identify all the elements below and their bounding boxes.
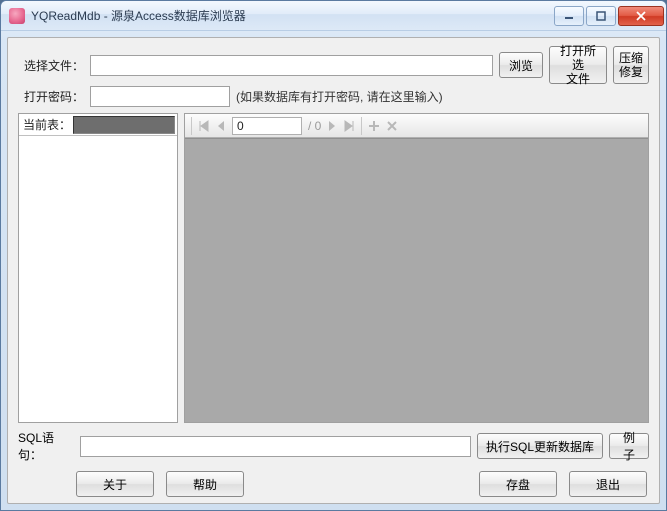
record-navigator: / 0	[185, 114, 648, 138]
record-position-input[interactable]	[232, 117, 302, 135]
data-grid[interactable]	[185, 138, 648, 422]
compact-repair-button[interactable]: 压缩 修复	[613, 46, 649, 84]
exec-sql-button[interactable]: 执行SQL更新数据库	[477, 433, 603, 459]
record-total-label: / 0	[308, 119, 321, 133]
table-list[interactable]	[19, 136, 177, 422]
app-window: YQReadMdb - 源泉Access数据库浏览器 选择文件： 浏览 打开所选…	[0, 0, 667, 511]
select-file-label: 选择文件：	[18, 57, 84, 74]
app-icon	[9, 8, 25, 24]
file-path-input[interactable]	[90, 55, 493, 76]
maximize-button[interactable]	[586, 6, 616, 26]
add-record-icon[interactable]	[368, 120, 380, 132]
table-list-panel: 当前表：	[18, 113, 178, 423]
client-area: 选择文件： 浏览 打开所选 文件 压缩 修复 打开密码： (如果数据库有打开密码…	[7, 37, 660, 504]
browse-button[interactable]: 浏览	[499, 52, 543, 78]
prev-record-icon[interactable]	[216, 120, 226, 132]
exit-button[interactable]: 退出	[569, 471, 647, 497]
sql-label: SQL语句：	[18, 429, 74, 463]
current-table-label: 当前表：	[19, 116, 73, 133]
titlebar[interactable]: YQReadMdb - 源泉Access数据库浏览器	[1, 1, 666, 31]
password-input[interactable]	[90, 86, 230, 107]
close-button[interactable]	[618, 6, 664, 26]
password-hint: (如果数据库有打开密码, 请在这里输入)	[236, 88, 443, 105]
window-title: YQReadMdb - 源泉Access数据库浏览器	[31, 7, 554, 24]
minimize-button[interactable]	[554, 6, 584, 26]
about-button[interactable]: 关于	[76, 471, 154, 497]
first-record-icon[interactable]	[198, 120, 210, 132]
save-button[interactable]: 存盘	[479, 471, 557, 497]
last-record-icon[interactable]	[343, 120, 355, 132]
open-selected-button[interactable]: 打开所选 文件	[549, 46, 607, 84]
current-table-select[interactable]	[73, 116, 175, 134]
next-record-icon[interactable]	[327, 120, 337, 132]
password-label: 打开密码：	[18, 88, 84, 105]
delete-record-icon[interactable]	[386, 120, 398, 132]
sql-example-button[interactable]: 例子	[609, 433, 649, 459]
sql-input[interactable]	[80, 436, 471, 457]
data-panel: / 0	[184, 113, 649, 423]
help-button[interactable]: 帮助	[166, 471, 244, 497]
